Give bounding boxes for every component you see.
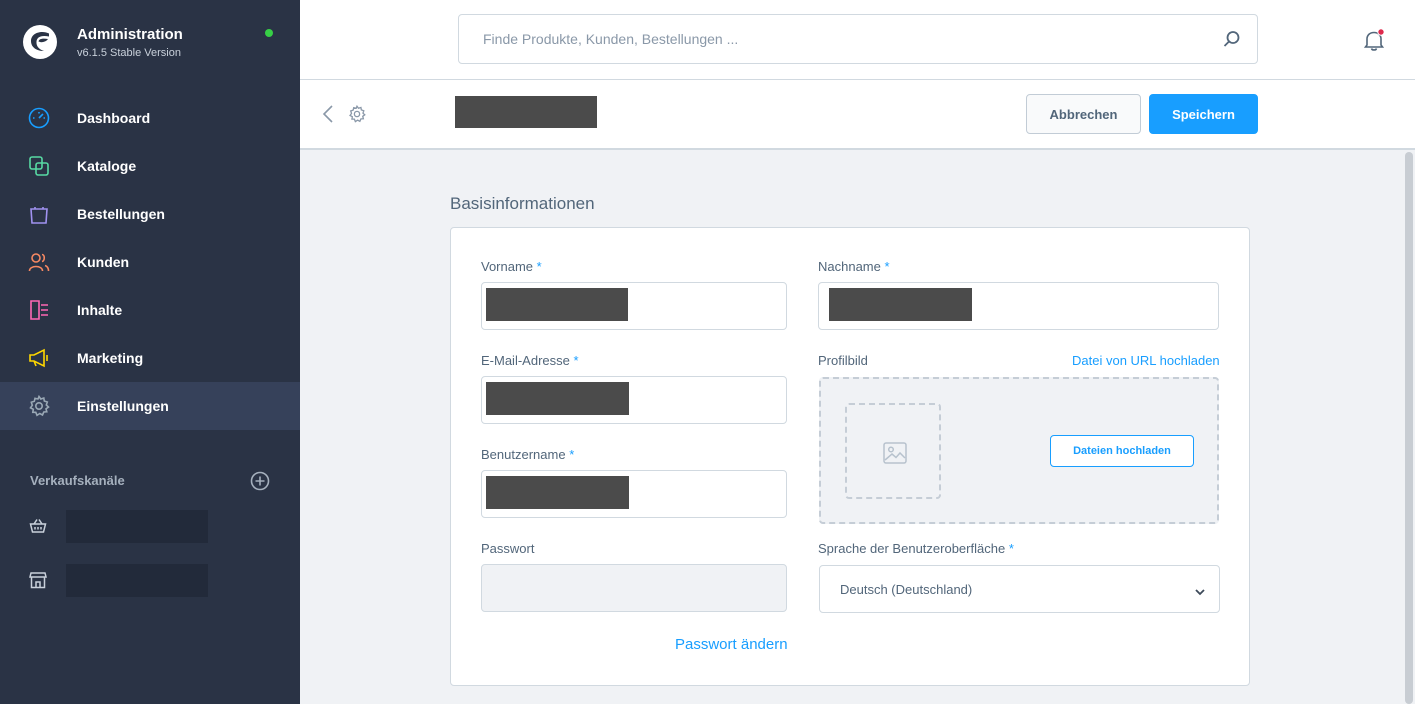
required-marker: * <box>536 259 542 274</box>
sidebar-item-marketing[interactable]: Marketing <box>0 334 300 382</box>
sidebar-item-label: Inhalte <box>77 302 123 318</box>
back-chevron-icon[interactable] <box>320 104 336 124</box>
first-name-label: Vorname * <box>481 259 542 274</box>
sidebar-item-label: Dashboard <box>77 110 151 126</box>
notification-bell-icon[interactable] <box>1362 28 1386 52</box>
required-marker: * <box>573 353 579 368</box>
catalog-icon <box>29 156 49 176</box>
main-nav: Dashboard Kataloge Bestellungen Kunden I… <box>0 94 300 430</box>
basic-info-card: Vorname * Nachname * E-Mail-Adresse * Pr… <box>450 227 1250 686</box>
sales-channel-name-redacted <box>66 510 208 543</box>
add-sales-channel-icon[interactable] <box>250 471 270 491</box>
sidebar: Administration v6.1.5 Stable Version Das… <box>0 0 300 704</box>
sidebar-item-label: Kataloge <box>77 158 137 174</box>
shopping-bag-icon <box>30 207 48 224</box>
global-search <box>458 14 1258 64</box>
language-label: Sprache der Benutzeroberfläche * <box>818 541 1014 556</box>
required-marker: * <box>884 259 890 274</box>
required-marker: * <box>569 447 575 462</box>
cancel-button[interactable]: Abbrechen <box>1026 94 1141 134</box>
password-field <box>481 564 787 612</box>
email-value-redacted <box>486 382 629 415</box>
page-title-redacted <box>455 96 597 128</box>
image-placeholder-icon <box>883 442 907 464</box>
basket-icon <box>29 519 47 533</box>
storefront-icon <box>29 572 47 589</box>
field-label-text: Sprache der Benutzeroberfläche <box>818 541 1006 556</box>
upload-from-url-link[interactable]: Datei von URL hochladen <box>1072 353 1220 368</box>
content-scrollbar[interactable] <box>1402 150 1415 704</box>
save-button[interactable]: Speichern <box>1149 94 1258 134</box>
megaphone-icon <box>29 348 48 368</box>
chevron-down-icon <box>1195 589 1205 596</box>
username-value-redacted <box>486 476 629 509</box>
required-marker: * <box>1008 541 1014 556</box>
sidebar-item-customers[interactable]: Kunden <box>0 238 300 286</box>
field-label-text: Vorname <box>481 259 534 274</box>
last-name-field[interactable] <box>818 282 1219 330</box>
app-version: v6.1.5 Stable Version <box>77 47 181 59</box>
field-label-text: Benutzername <box>481 447 566 462</box>
sales-channel-item[interactable] <box>0 564 300 598</box>
sidebar-item-dashboard[interactable]: Dashboard <box>0 94 300 142</box>
brand-header: Administration v6.1.5 Stable Version <box>0 0 300 80</box>
content-icon <box>30 300 48 320</box>
sidebar-item-label: Bestellungen <box>77 206 165 222</box>
sidebar-item-label: Einstellungen <box>77 398 169 414</box>
first-name-value-redacted <box>486 288 628 321</box>
app-title: Administration <box>77 26 183 43</box>
field-label-text: E-Mail-Adresse <box>481 353 570 368</box>
profile-image-dropzone[interactable]: Dateien hochladen <box>819 377 1219 524</box>
sidebar-item-label: Marketing <box>77 350 144 366</box>
search-input[interactable] <box>459 15 1219 63</box>
settings-gear-icon <box>349 105 366 123</box>
field-label-text: Nachname <box>818 259 881 274</box>
dashboard-gauge-icon <box>28 107 50 129</box>
last-name-value-redacted <box>829 288 972 321</box>
first-name-field[interactable] <box>481 282 787 330</box>
profile-image-label: Profilbild <box>818 353 868 368</box>
sales-channel-name-redacted <box>66 564 208 597</box>
sales-channels-heading: Verkaufskanäle <box>30 473 125 488</box>
language-select-value: Deutsch (Deutschland) <box>840 582 973 597</box>
sidebar-item-settings[interactable]: Einstellungen <box>0 382 300 430</box>
smart-bar: Abbrechen Speichern <box>300 80 1415 150</box>
image-preview <box>845 403 941 499</box>
last-name-label: Nachname * <box>818 259 890 274</box>
customers-icon <box>28 253 50 272</box>
section-title: Basisinformationen <box>450 194 595 213</box>
username-field[interactable] <box>481 470 787 518</box>
sales-channel-item[interactable] <box>0 510 300 544</box>
top-bar <box>300 0 1415 80</box>
sidebar-item-catalogues[interactable]: Kataloge <box>0 142 300 190</box>
status-indicator <box>265 29 273 37</box>
email-field[interactable] <box>481 376 787 424</box>
password-label: Passwort <box>481 541 535 556</box>
sidebar-item-label: Kunden <box>77 254 130 270</box>
email-label: E-Mail-Adresse * <box>481 353 579 368</box>
username-label: Benutzername * <box>481 447 574 462</box>
search-icon[interactable] <box>1223 30 1241 48</box>
upload-files-button[interactable]: Dateien hochladen <box>1050 435 1194 467</box>
language-select[interactable]: Deutsch (Deutschland) <box>819 565 1220 613</box>
settings-gear-icon <box>29 395 50 417</box>
sidebar-item-orders[interactable]: Bestellungen <box>0 190 300 238</box>
change-password-link[interactable]: Passwort ändern <box>675 636 788 653</box>
scrollbar-thumb[interactable] <box>1405 152 1413 704</box>
shopware-logo-icon <box>23 25 57 59</box>
sidebar-item-content[interactable]: Inhalte <box>0 286 300 334</box>
